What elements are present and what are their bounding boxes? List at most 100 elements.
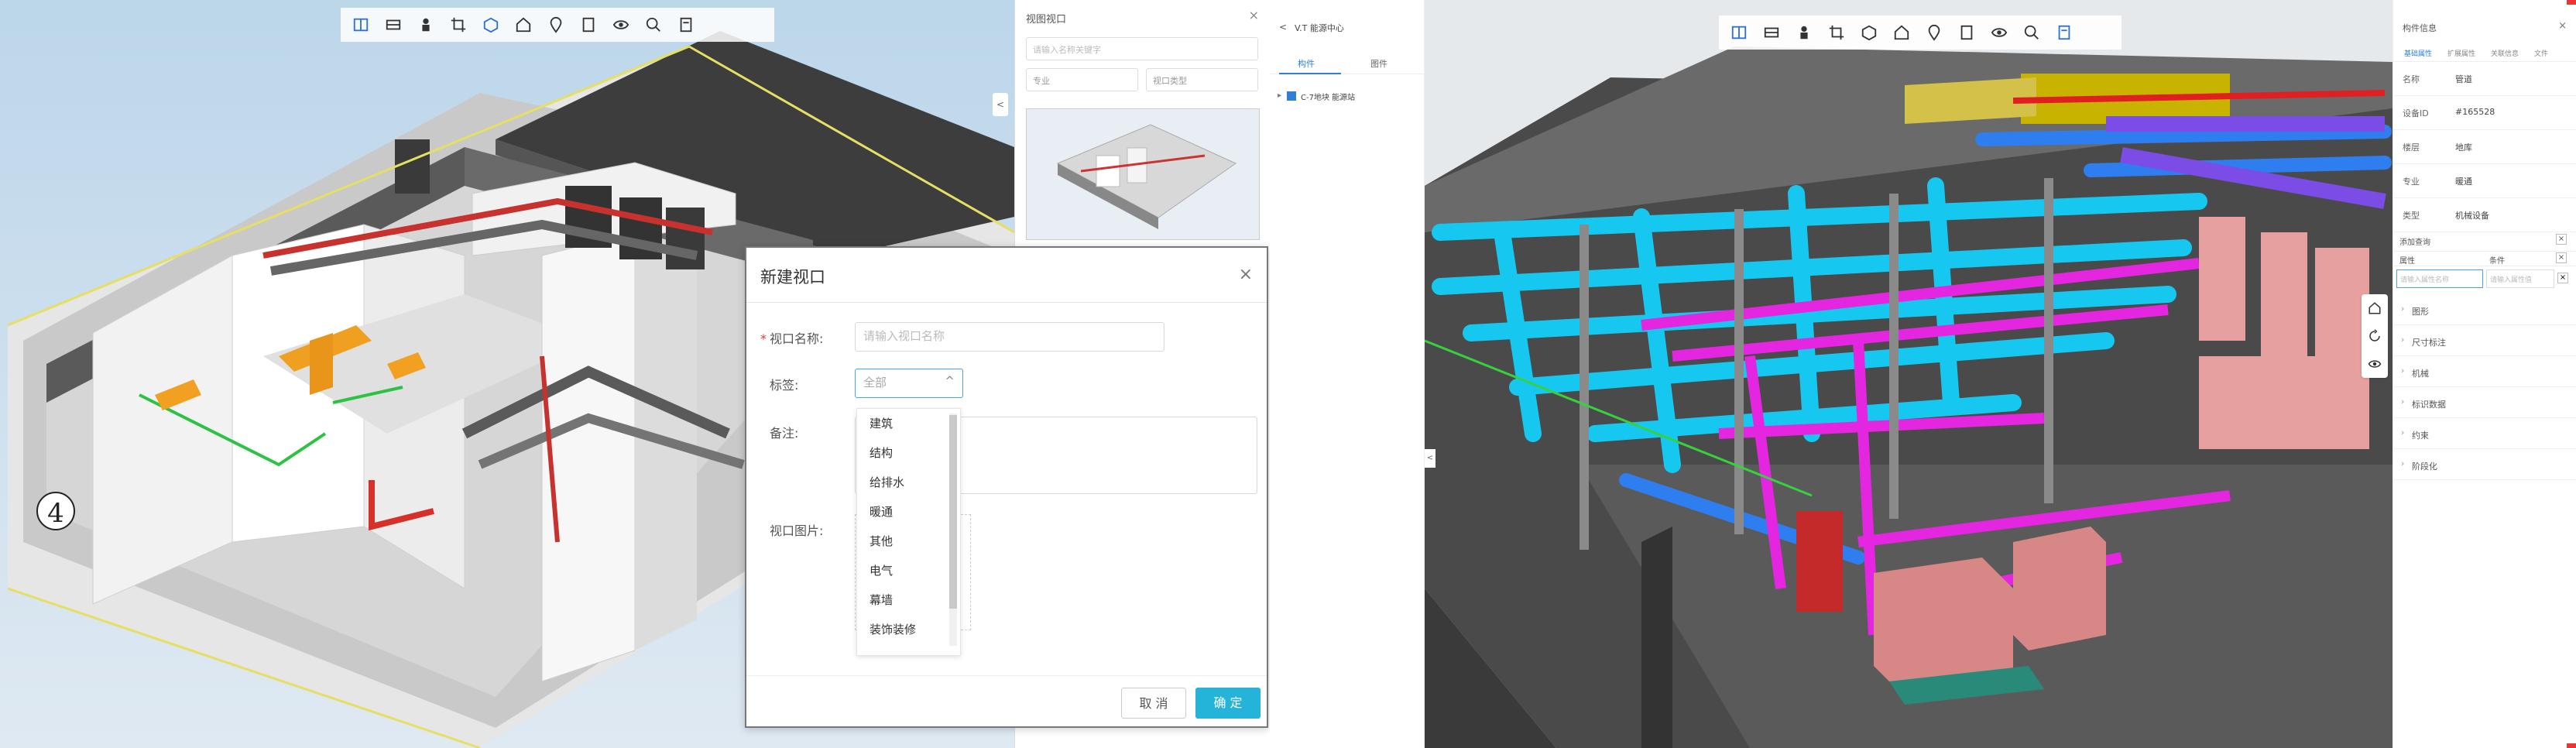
eye-icon[interactable] (1985, 19, 2013, 46)
crop-icon[interactable] (444, 11, 472, 39)
dropdown-option[interactable]: 暖通 (857, 497, 960, 527)
dropdown-option[interactable]: 给排水 (857, 468, 960, 497)
tree-item[interactable]: C-7地块 能源站 (1301, 91, 1355, 102)
dialog-divider (746, 302, 1267, 303)
home-icon[interactable] (2362, 294, 2388, 322)
tab-components[interactable]: 构件 (1298, 57, 1315, 70)
tag-dropdown: 建筑 结构 给排水 暖通 其他 电气 幕墙 装饰装修 (856, 408, 961, 656)
group-identity[interactable]: › 标识数据 (2393, 387, 2576, 418)
corner-mark (2567, 743, 2576, 748)
file-icon[interactable] (2050, 19, 2078, 46)
chevron-right-icon: › (2401, 304, 2405, 314)
tab-extended[interactable]: 扩展属性 (2447, 48, 2475, 58)
image-label: 视口图片: (770, 523, 824, 538)
split-view-icon[interactable] (1725, 19, 1753, 46)
active-tab-indicator (1279, 73, 1341, 74)
prop-row: 设备ID #165528 (2393, 96, 2576, 130)
left-app: 4 < 视图视口 × 请输入名称关键字 专业 视口类型 新建视口 × * 视口名… (0, 0, 1270, 748)
search-col-cond: 条件 (2489, 257, 2505, 266)
remark-label: 备注: (770, 426, 799, 441)
remove-row-icon[interactable]: × (2556, 252, 2567, 263)
dropdown-option[interactable]: 幕墙 (857, 585, 960, 615)
viewport-filter-discipline[interactable]: 专业 (1026, 68, 1138, 91)
tab-related[interactable]: 关联信息 (2491, 48, 2519, 58)
tag-select[interactable]: 全部 ^ (855, 369, 963, 398)
eye-icon[interactable] (2362, 350, 2388, 378)
corner-mark (2567, 0, 2576, 5)
person-icon[interactable] (1790, 19, 1818, 46)
viewport-thumbnail[interactable] (1026, 108, 1260, 240)
section-icon[interactable] (1758, 19, 1785, 46)
prop-row: 专业 暖通 (2393, 164, 2576, 198)
remove-input-icon[interactable]: × (2557, 273, 2568, 283)
group-mechanical[interactable]: › 机械 (2393, 356, 2576, 387)
person-icon[interactable] (412, 11, 440, 39)
viewport-panel-title: 视图视口 (1026, 14, 1067, 26)
tab-basic[interactable]: 基础属性 (2404, 48, 2432, 58)
viewport-panel-close-icon[interactable]: × (1249, 8, 1259, 22)
confirm-button[interactable]: 确 定 (1195, 688, 1261, 719)
viewport-name-input[interactable]: 请输入视口名称 (855, 322, 1165, 352)
tree-tabs: 构件 图件 (1270, 50, 1425, 74)
document-icon[interactable] (575, 11, 602, 39)
tree-expand-icon[interactable]: ▸ (1278, 91, 1281, 100)
prop-row: 楼层 地库 (2393, 130, 2576, 164)
cube-icon[interactable] (1855, 19, 1883, 46)
new-viewport-dialog: 新建视口 × * 视口名称: 请输入视口名称 标签: 全部 ^ 备注: 视口图片:… (745, 246, 1268, 728)
screenshot-root: 4 < 视图视口 × 请输入名称关键字 专业 视口类型 新建视口 × * 视口名… (0, 0, 2576, 748)
collapse-arrow[interactable]: < (993, 93, 1008, 116)
tag-label: 标签: (770, 378, 799, 393)
chevron-right-icon: › (2401, 427, 2405, 437)
props-close-icon[interactable]: × (2558, 20, 2567, 32)
tree-title: V.T 能源中心 (1295, 23, 1344, 33)
viewport-filter-type[interactable]: 视口类型 (1146, 68, 1258, 91)
search-icon[interactable] (2018, 19, 2046, 46)
rotate-icon[interactable] (2362, 322, 2388, 350)
left-view-toolbar (341, 8, 774, 42)
group-dimensions[interactable]: › 尺寸标注 (2393, 325, 2576, 356)
tab-files[interactable]: 文件 (2534, 48, 2548, 58)
dropdown-option[interactable]: 结构 (857, 438, 960, 468)
mep-model (1425, 0, 2392, 748)
search-icon[interactable] (640, 11, 667, 39)
location-icon[interactable] (542, 11, 570, 39)
dropdown-option[interactable]: 其他 (857, 527, 960, 556)
viewport-search-input[interactable]: 请输入名称关键字 (1026, 37, 1258, 60)
location-icon[interactable] (1920, 19, 1948, 46)
dropdown-option[interactable]: 装饰装修 (857, 615, 960, 644)
group-phasing[interactable]: › 阶段化 (2393, 449, 2576, 480)
tab-drawings[interactable]: 图件 (1370, 57, 1387, 70)
search-close-icon[interactable]: × (2556, 234, 2567, 245)
attr-name-input[interactable]: 请输入属性名称 (2396, 269, 2483, 288)
eye-icon[interactable] (607, 11, 635, 39)
dropdown-option[interactable]: 电气 (857, 556, 960, 585)
prop-row: 名称 管道 (2393, 62, 2576, 96)
cube-icon[interactable] (477, 11, 505, 39)
props-tabs: 基础属性 扩展属性 关联信息 文件 (2393, 43, 2576, 62)
dropdown-option[interactable]: 建筑 (857, 409, 960, 438)
dialog-footer-divider (746, 675, 1267, 676)
right-app: < V.T 能源中心 构件 图件 ▸ C-7地块 能源站 < 构件信息 × 基础… (1270, 0, 2576, 748)
tree-checkbox[interactable] (1287, 91, 1296, 101)
search-col-attr: 属性 (2399, 257, 2415, 266)
group-constraints[interactable]: › 约束 (2393, 418, 2576, 449)
right-3d-viewport[interactable]: < (1425, 0, 2392, 748)
dropdown-scrollbar-thumb[interactable] (949, 415, 957, 609)
dialog-close-icon[interactable]: × (1239, 265, 1253, 284)
properties-panel: 构件信息 × 基础属性 扩展属性 关联信息 文件 名称 管道 设备ID #16552… (2392, 0, 2576, 748)
file-icon[interactable] (672, 11, 700, 39)
chevron-right-icon: › (2401, 396, 2405, 407)
split-view-icon[interactable] (347, 11, 375, 39)
cancel-button[interactable]: 取 消 (1121, 688, 1186, 719)
tree-collapse-arrow[interactable]: < (1425, 449, 1435, 468)
right-view-toolbar (1719, 15, 2122, 50)
back-icon[interactable]: < (1279, 22, 1287, 33)
document-icon[interactable] (1953, 19, 1981, 46)
attr-value-input[interactable]: 请输入属性值 (2486, 269, 2554, 288)
home-icon[interactable] (509, 11, 537, 39)
crop-icon[interactable] (1823, 19, 1851, 46)
home-icon[interactable] (1888, 19, 1916, 46)
group-graphics[interactable]: › 图形 (2393, 294, 2576, 325)
name-label: * 视口名称: (760, 331, 824, 346)
section-icon[interactable] (379, 11, 407, 39)
